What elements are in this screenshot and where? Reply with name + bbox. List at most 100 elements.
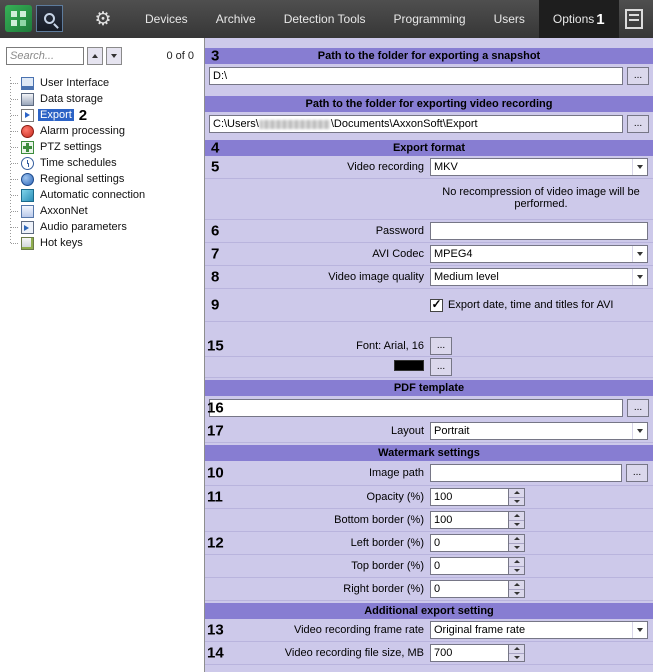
field-label: Image path — [368, 467, 424, 479]
opacity-spinner[interactable] — [430, 488, 525, 506]
clock-icon — [21, 156, 34, 170]
bottom-border-input[interactable] — [431, 512, 508, 528]
top-toolbar: Devices Archive Detection Tools Programm… — [0, 0, 653, 38]
sidebar-item-time-schedules[interactable]: Time schedules — [0, 155, 204, 171]
chevron-down-icon — [111, 54, 117, 58]
avi-titles-checkbox[interactable] — [430, 298, 443, 312]
spin-up-button[interactable] — [509, 581, 524, 590]
menu-devices[interactable]: Devices — [131, 0, 202, 38]
field-label: Bottom border (%) — [334, 514, 424, 526]
layout-select[interactable]: Portrait — [430, 422, 648, 440]
pdf-template-input[interactable] — [209, 399, 623, 417]
chevron-down-icon — [632, 423, 647, 439]
callout-5: 5 — [211, 158, 220, 176]
menu-detection-tools[interactable]: Detection Tools — [270, 0, 380, 38]
color-picker-button[interactable]: ... — [430, 358, 452, 376]
right-border-input[interactable] — [431, 581, 508, 597]
path-prefix: C:\Users\ — [213, 118, 259, 130]
font-row: 15 Font: Arial, 16 ... — [205, 336, 653, 357]
layout-panels-icon[interactable] — [625, 9, 643, 29]
search-input[interactable] — [6, 47, 84, 65]
bottom-border-spinner[interactable] — [430, 511, 525, 529]
spin-down-button[interactable] — [509, 543, 524, 551]
image-path-input[interactable] — [430, 464, 622, 482]
spin-up-button[interactable] — [509, 489, 524, 498]
search-prev-button[interactable] — [87, 47, 103, 65]
section-title: Additional export setting — [364, 605, 494, 617]
tree-connector — [11, 162, 18, 164]
opacity-input[interactable] — [431, 489, 508, 505]
spin-down-button[interactable] — [509, 520, 524, 528]
password-input[interactable] — [430, 222, 648, 240]
app-logo-icon — [5, 5, 32, 32]
menu-options[interactable]: Options 1 — [538, 0, 619, 38]
sidebar-item-user-interface[interactable]: User Interface — [0, 75, 204, 91]
spin-down-button[interactable] — [509, 497, 524, 505]
top-border-spinner[interactable] — [430, 557, 525, 575]
callout-12: 12 — [207, 534, 224, 552]
snapshot-path-browse-button[interactable]: ... — [627, 67, 649, 85]
file-size-input[interactable] — [431, 645, 508, 661]
tree-connector — [11, 82, 18, 84]
sidebar-item-alarm-processing[interactable]: Alarm processing — [0, 123, 204, 139]
options-sidebar: 0 of 0 User Interface Data storage Expor… — [0, 38, 205, 672]
menu-label: Detection Tools — [283, 12, 366, 26]
field-label: Layout — [390, 425, 424, 437]
video-format-select[interactable]: MKV — [430, 158, 648, 176]
spin-up-button[interactable] — [509, 645, 524, 654]
font-picker-button[interactable]: ... — [430, 337, 452, 355]
sidebar-item-automatic-connection[interactable]: Automatic connection — [0, 187, 204, 203]
callout-10: 10 — [207, 464, 224, 482]
font-color-label-area — [205, 360, 430, 374]
menu-programming[interactable]: Programming — [380, 0, 480, 38]
menu-archive[interactable]: Archive — [202, 0, 270, 38]
sidebar-item-ptz-settings[interactable]: PTZ settings — [0, 139, 204, 155]
video-search-tool-button[interactable] — [36, 5, 63, 32]
callout-3: 3 — [211, 47, 220, 65]
avi-codec-select[interactable]: MPEG4 — [430, 245, 648, 263]
sidebar-item-label: Export — [38, 109, 74, 121]
video-quality-select[interactable]: Medium level — [430, 268, 648, 286]
sidebar-item-data-storage[interactable]: Data storage — [0, 91, 204, 107]
menu-users[interactable]: Users — [480, 0, 539, 38]
left-border-input[interactable] — [431, 535, 508, 551]
tree-connector — [11, 194, 18, 196]
tree-connector — [11, 146, 18, 148]
callout-7: 7 — [211, 245, 220, 263]
sidebar-item-audio-parameters[interactable]: Audio parameters — [0, 219, 204, 235]
spin-up-button[interactable] — [509, 512, 524, 521]
menu-label: Archive — [215, 12, 256, 26]
sidebar-item-export[interactable]: Export 2 — [0, 107, 204, 123]
spin-down-button[interactable] — [509, 566, 524, 574]
search-counter: 0 of 0 — [166, 50, 194, 62]
search-next-button[interactable] — [106, 47, 122, 65]
sidebar-item-hot-keys[interactable]: Hot keys — [0, 235, 204, 251]
section-header-additional: Additional export setting — [205, 603, 653, 619]
field-label: Video image quality — [328, 271, 424, 283]
monitor-icon — [21, 76, 34, 90]
sidebar-item-regional-settings[interactable]: Regional settings — [0, 171, 204, 187]
frame-rate-select[interactable]: Original frame rate — [430, 621, 648, 639]
video-path-input[interactable]: C:\Users\ \Documents\AxxonSoft\Export — [209, 115, 623, 133]
field-label: Video recording — [347, 161, 424, 173]
video-path-row: C:\Users\ \Documents\AxxonSoft\Export ... — [205, 112, 653, 136]
layout-row: 17 Layout Portrait — [205, 420, 653, 443]
left-border-spinner[interactable] — [430, 534, 525, 552]
settings-gear-icon[interactable] — [83, 0, 123, 38]
spin-down-button[interactable] — [509, 589, 524, 597]
spin-down-button[interactable] — [509, 653, 524, 661]
file-size-spinner[interactable] — [430, 644, 525, 662]
top-border-input[interactable] — [431, 558, 508, 574]
tree-connector — [11, 114, 18, 116]
selected-value: Original frame rate — [434, 624, 526, 636]
sidebar-item-axxonnet[interactable]: AxxonNet — [0, 203, 204, 219]
snapshot-path-input[interactable] — [209, 67, 623, 85]
opacity-row: 11 Opacity (%) — [205, 486, 653, 509]
spin-up-button[interactable] — [509, 558, 524, 567]
image-path-browse-button[interactable]: ... — [626, 464, 648, 482]
callout-13: 13 — [207, 621, 224, 639]
pdf-template-browse-button[interactable]: ... — [627, 399, 649, 417]
right-border-spinner[interactable] — [430, 580, 525, 598]
spin-up-button[interactable] — [509, 535, 524, 544]
video-path-browse-button[interactable]: ... — [627, 115, 649, 133]
